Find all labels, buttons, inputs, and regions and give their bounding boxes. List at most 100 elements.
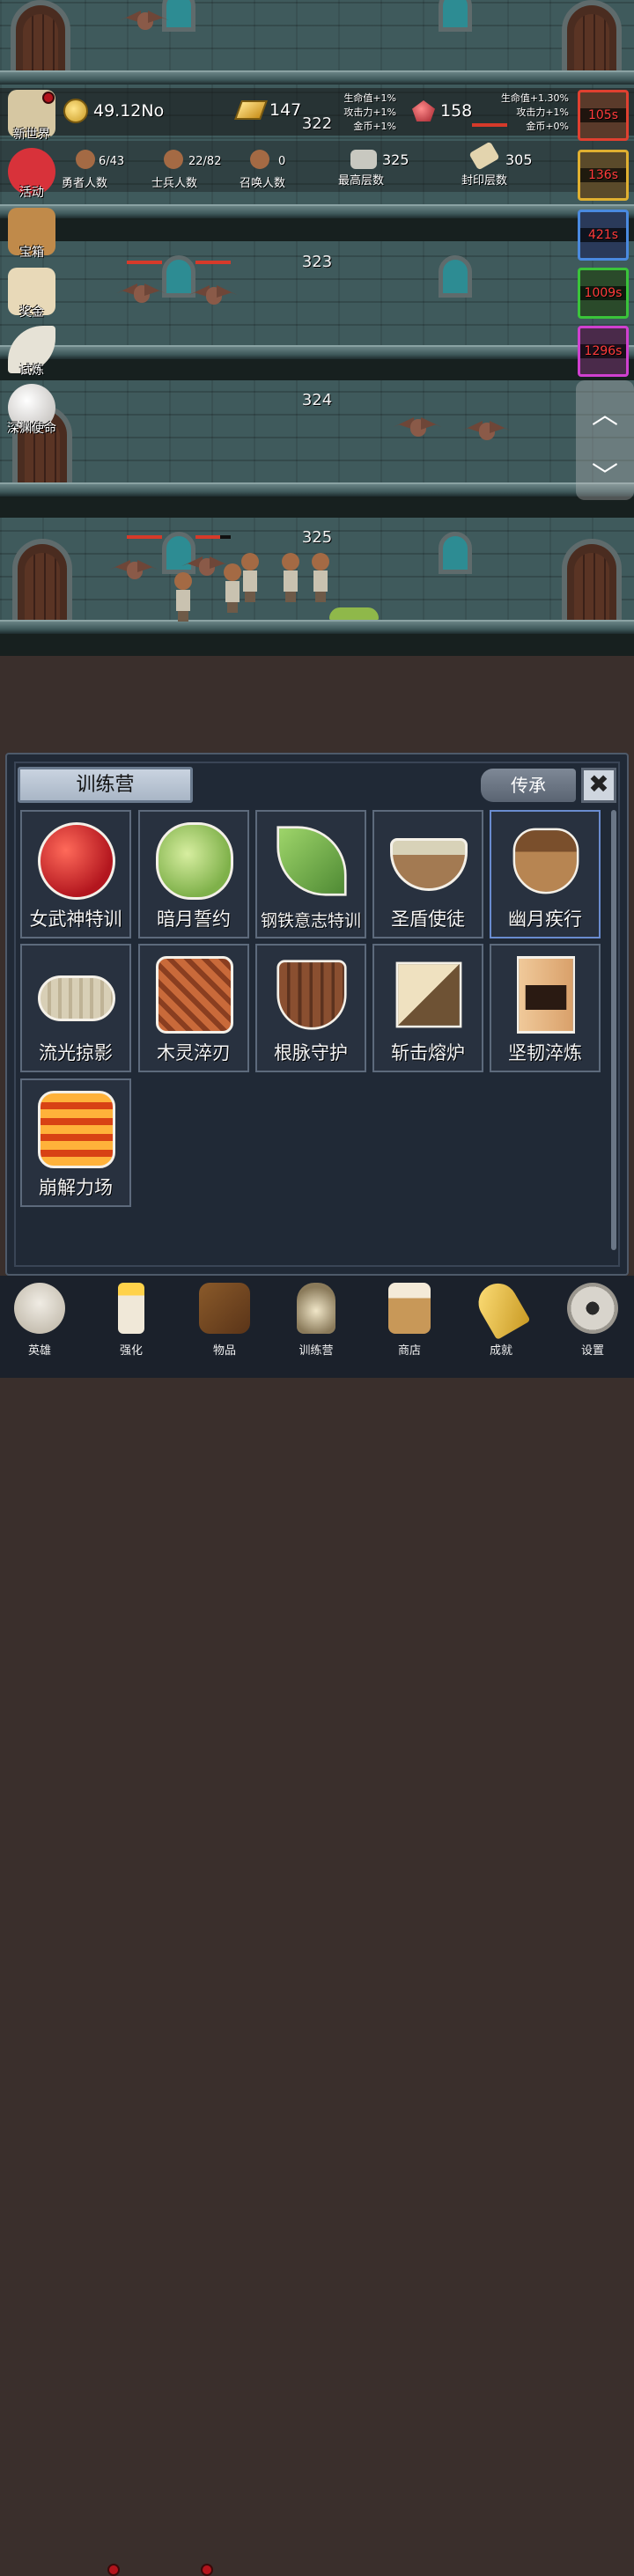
wooden-shield-icon bbox=[276, 960, 347, 1030]
bat-enemy bbox=[120, 7, 169, 33]
training-card[interactable]: 暗月誓约 bbox=[138, 810, 249, 938]
legacy-button[interactable]: 传承 bbox=[481, 769, 576, 802]
lantern-icon bbox=[297, 1283, 335, 1334]
menu-bonus[interactable]: 奖金 bbox=[4, 268, 60, 320]
card-label: 根脉守护 bbox=[274, 1042, 348, 1064]
nav-label: 物品 bbox=[212, 1344, 236, 1358]
floor-number: 323 bbox=[301, 253, 333, 271]
training-card-selected[interactable]: 幽月疾行 bbox=[490, 810, 601, 938]
floor-ledge bbox=[0, 620, 634, 634]
gold-coin-icon bbox=[63, 99, 88, 123]
lava-block-icon bbox=[38, 1091, 115, 1168]
bat-enemy bbox=[393, 414, 442, 440]
buff-timer: 1009s bbox=[580, 286, 626, 300]
training-card[interactable]: 崩解力场 bbox=[20, 1078, 131, 1207]
training-card[interactable]: 坚韧淬炼 bbox=[490, 944, 601, 1072]
training-card[interactable]: 木灵淬刃 bbox=[138, 944, 249, 1072]
gold-bar-icon bbox=[233, 100, 269, 120]
rock-icon bbox=[350, 150, 377, 169]
door bbox=[11, 0, 70, 70]
seal-floor-value: 305 bbox=[505, 151, 533, 168]
training-card[interactable]: 流光掠影 bbox=[20, 944, 131, 1072]
hero-unit bbox=[173, 572, 194, 622]
gold-stat: 49.12No bbox=[63, 99, 164, 123]
panel-scrollbar[interactable] bbox=[611, 810, 616, 1250]
nav-shop[interactable]: 商店 bbox=[370, 1283, 449, 1358]
menu-label: 宝箱 bbox=[19, 246, 44, 260]
buff-slot[interactable]: 1296s bbox=[578, 326, 629, 377]
nav-achievements[interactable]: 成就 bbox=[461, 1276, 541, 1358]
menu-label: 奖金 bbox=[19, 305, 44, 320]
summons-count: 0 bbox=[278, 155, 286, 168]
enemy-hp-bar bbox=[127, 535, 162, 539]
max-floor-label: 最高层数 bbox=[338, 174, 385, 188]
bonus-atk: 攻击力+1% bbox=[516, 107, 569, 118]
card-label: 坚韧淬炼 bbox=[508, 1042, 582, 1064]
buff-slot[interactable]: 421s bbox=[578, 210, 629, 261]
bowl-icon bbox=[390, 838, 468, 891]
panel-title: 训练营 bbox=[18, 767, 193, 803]
card-label: 流光掠影 bbox=[39, 1042, 113, 1064]
heroes-label: 勇者人数 bbox=[62, 177, 108, 190]
training-card[interactable]: 钢铁意志特训 bbox=[255, 810, 366, 938]
nav-label: 成就 bbox=[489, 1344, 512, 1358]
floor-ledge bbox=[0, 482, 634, 497]
floor-scroller: ︿ ﹀ bbox=[576, 380, 634, 500]
close-button[interactable]: ✖ bbox=[581, 768, 616, 803]
scroll-down-button[interactable]: ﹀ bbox=[576, 454, 634, 493]
candle-icon bbox=[118, 1283, 144, 1334]
nav-training-camp[interactable]: 训练营 bbox=[276, 1283, 356, 1358]
menu-label: 试炼 bbox=[19, 364, 44, 378]
door bbox=[12, 539, 72, 620]
skull-icon bbox=[14, 1283, 65, 1334]
menu-chest[interactable]: 宝箱 bbox=[4, 208, 60, 261]
enemy-hp-bar bbox=[195, 261, 231, 264]
nav-enhance[interactable]: 强化 bbox=[92, 1283, 171, 1358]
floor-322-wall bbox=[0, 0, 634, 72]
buff-timer: 105s bbox=[580, 108, 626, 122]
buff-slot[interactable]: 136s bbox=[578, 150, 629, 201]
floor-gap bbox=[0, 634, 634, 656]
ground-area bbox=[0, 656, 634, 753]
card-label: 斩击熔炉 bbox=[391, 1042, 465, 1064]
nav-label: 设置 bbox=[580, 1344, 604, 1358]
buff-slot[interactable]: 105s bbox=[578, 90, 629, 141]
menu-abyss-mission[interactable]: 深渊使命 bbox=[0, 384, 67, 437]
menu-label: 深渊使命 bbox=[7, 422, 56, 436]
nav-items[interactable]: 物品 bbox=[185, 1283, 264, 1358]
training-card[interactable]: 斩击熔炉 bbox=[372, 944, 483, 1072]
bonus-hp: 生命值+1.30% bbox=[500, 92, 569, 104]
bonus-hp: 生命值+1% bbox=[343, 92, 396, 104]
buff-timer: 421s bbox=[580, 228, 626, 242]
max-floor-value: 325 bbox=[382, 151, 409, 168]
gear-icon bbox=[567, 1283, 618, 1334]
nav-hero[interactable]: 英雄 bbox=[0, 1283, 79, 1358]
bat-enemy bbox=[188, 282, 238, 308]
leaf-icon bbox=[276, 826, 347, 896]
card-label: 木灵淬刃 bbox=[157, 1042, 231, 1064]
soldiers-label: 士兵人数 bbox=[151, 177, 198, 190]
training-card[interactable]: 女武神特训 bbox=[20, 810, 131, 938]
nav-settings[interactable]: 设置 bbox=[553, 1283, 632, 1358]
menu-event[interactable]: 活动 bbox=[4, 148, 60, 201]
hero-unit bbox=[240, 553, 261, 602]
ruby-icon bbox=[412, 100, 435, 121]
buff-timer: 136s bbox=[580, 168, 626, 182]
gem-value: 158 bbox=[440, 101, 473, 121]
menu-trial[interactable]: 试炼 bbox=[4, 326, 60, 379]
soldiers-count: 22/82 bbox=[188, 155, 222, 168]
buff-slot[interactable]: 1009s bbox=[578, 268, 629, 319]
training-card[interactable]: 圣盾使徒 bbox=[372, 810, 483, 938]
log-icon bbox=[156, 956, 233, 1034]
bat-enemy bbox=[109, 556, 158, 583]
floor-gap bbox=[0, 359, 634, 380]
scroll-up-button[interactable]: ︿ bbox=[576, 393, 634, 431]
floor-ledge bbox=[0, 70, 634, 85]
card-label: 钢铁意志特训 bbox=[260, 911, 361, 931]
acorn-icon bbox=[512, 828, 579, 894]
floor-gap bbox=[0, 497, 634, 518]
apple-icon bbox=[38, 822, 115, 900]
window bbox=[439, 0, 472, 32]
summon-head-icon bbox=[250, 150, 269, 169]
training-card[interactable]: 根脉守护 bbox=[255, 944, 366, 1072]
